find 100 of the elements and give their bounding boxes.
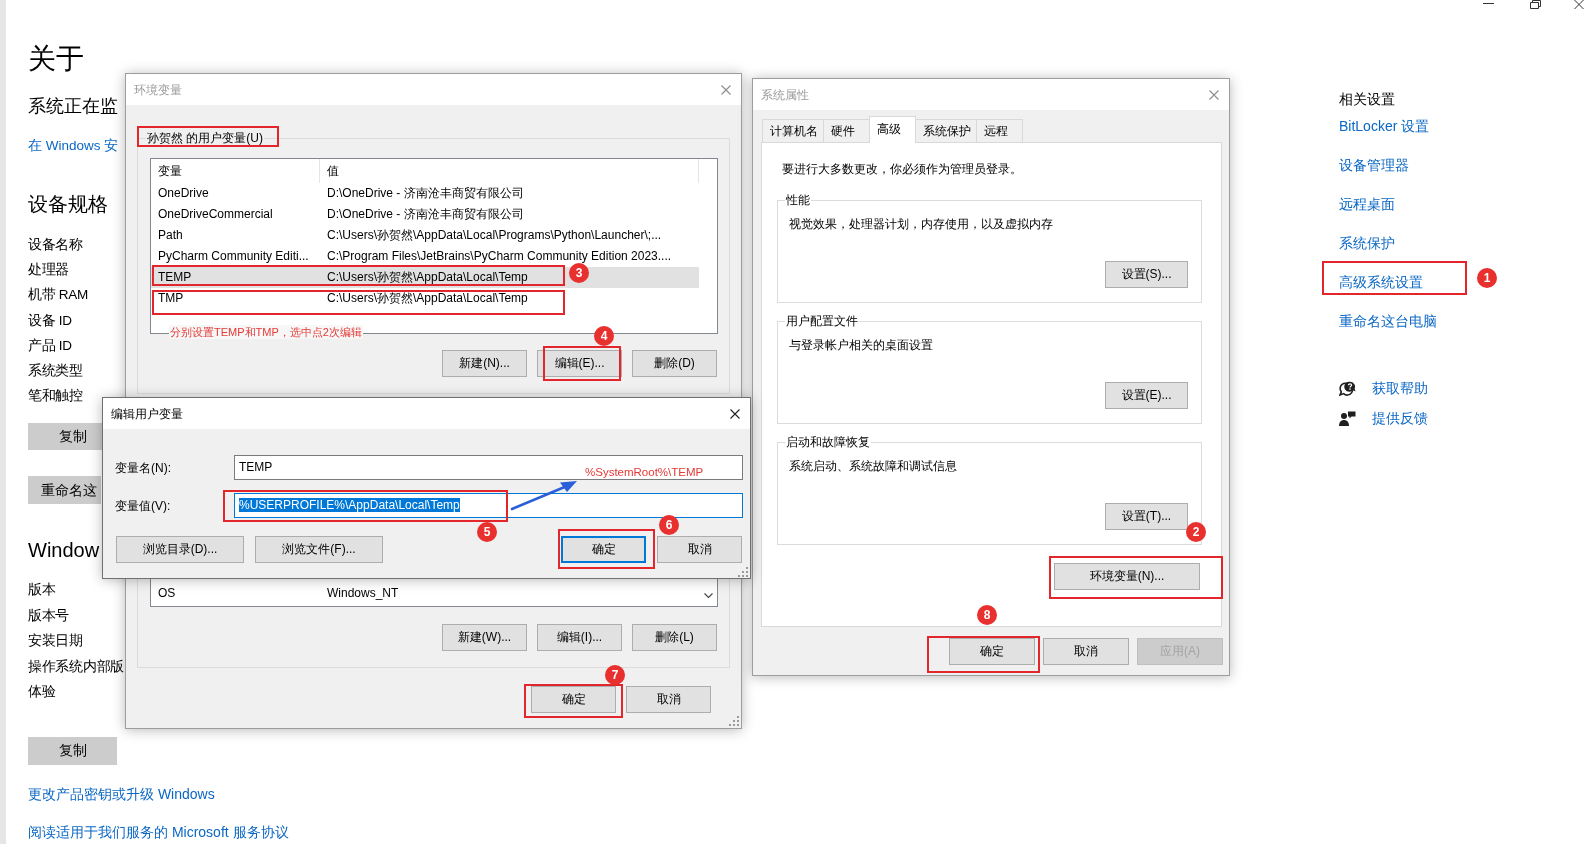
dialog-title: 系统属性 <box>761 86 809 103</box>
dialog-button[interactable]: 编辑(E)... <box>537 350 622 377</box>
resize-grip-icon[interactable] <box>738 567 748 577</box>
dialog-button[interactable]: 编辑(I)... <box>537 624 622 651</box>
person-chat-icon[interactable] <box>1339 410 1356 426</box>
page-title: 关于 <box>28 42 84 76</box>
admin-note: 要进行大多数更改，你必须作为管理员登录。 <box>781 162 1022 176</box>
footer-link[interactable]: 阅读适用于我们服务的 Microsoft 服务协议 <box>28 821 289 842</box>
field-label: 变量值(V): <box>115 497 172 514</box>
step-marker: 4 <box>594 326 614 346</box>
security-link[interactable]: 在 Windows 安 <box>28 136 119 156</box>
variable-name: PyCharm Community Editi... <box>157 248 310 265</box>
section-heading: 设备规格 <box>28 192 108 217</box>
variable-value: D:\OneDrive - 济南沧丰商贸有限公司 <box>326 185 524 202</box>
dialog-button[interactable]: 设置(S)... <box>1105 261 1188 288</box>
support-link[interactable]: 获取帮助 <box>1372 378 1428 398</box>
variable-name: OneDriveCommercial <box>157 206 274 223</box>
spec-label: 笔和触控 <box>28 387 83 406</box>
annotation-text: %SystemRoot%\TEMP <box>585 465 704 479</box>
related-link[interactable]: 高级系统设置 <box>1339 272 1423 292</box>
spec-label: 版本 <box>28 581 56 600</box>
dialog-button[interactable]: 取消 <box>1043 638 1129 665</box>
chevron-down-icon[interactable] <box>703 593 713 598</box>
dialog-button[interactable]: 浏览目录(D)... <box>116 536 244 563</box>
dialog-button[interactable]: 确定 <box>531 686 616 713</box>
variable-value: Windows_NT <box>326 585 399 602</box>
resize-grip-icon[interactable] <box>729 716 739 726</box>
step-marker: 7 <box>605 665 625 685</box>
dialog-button[interactable]: 浏览文件(F)... <box>255 536 383 563</box>
group-label: 孙贺然 的用户变量(U) <box>146 130 264 146</box>
group-label: 用户配置文件 <box>785 313 859 329</box>
step-marker: 2 <box>1186 522 1206 542</box>
support-link[interactable]: 提供反馈 <box>1372 408 1428 428</box>
related-link[interactable]: 系统保护 <box>1339 233 1395 253</box>
variable-value: D:\OneDrive - 济南沧丰商贸有限公司 <box>326 206 524 223</box>
minimize-icon[interactable] <box>1483 0 1494 6</box>
group-label: 性能 <box>785 192 811 208</box>
group-label: 启动和故障恢复 <box>785 434 871 450</box>
spec-label: 版本号 <box>28 606 70 625</box>
spec-label: 处理器 <box>28 261 70 280</box>
close-icon[interactable] <box>730 408 740 419</box>
step-marker: 5 <box>477 522 497 542</box>
dialog-button[interactable]: 删除(D) <box>632 350 717 377</box>
tab[interactable]: 远程 <box>976 119 1023 142</box>
variable-value-field[interactable]: %USERPROFILE%\AppData\Local\Temp <box>234 493 743 518</box>
dialog-button[interactable]: 环境变量(N)... <box>1054 563 1200 590</box>
dialog-button[interactable]: 设置(T)... <box>1105 503 1188 530</box>
variable-name: TEMP <box>157 269 193 286</box>
dialog-button[interactable]: 取消 <box>657 536 742 563</box>
variable-name: TMP <box>157 290 185 307</box>
group-description: 与登录帐户相关的桌面设置 <box>788 337 933 353</box>
field-label: 变量名(N): <box>115 459 172 476</box>
spec-label: 设备名称 <box>28 236 83 254</box>
related-link[interactable]: 重命名这台电脑 <box>1339 311 1437 331</box>
step-marker: 3 <box>569 263 589 283</box>
column-header[interactable]: 值 <box>320 159 699 183</box>
help-icon[interactable] <box>1339 380 1356 396</box>
list-row[interactable]: OneDriveCommercial D:\OneDrive - 济南沧丰商贸有限公司 <box>151 204 699 225</box>
restore-icon[interactable] <box>1530 0 1541 9</box>
footer-link[interactable]: 更改产品密钥或升级 Windows <box>28 783 215 804</box>
spec-label: 产品 ID <box>28 336 72 355</box>
dialog-button[interactable]: 取消 <box>626 686 711 713</box>
variable-value: C:\Users\孙贺然\AppData\Local\Programs\Python\Launcher\;... <box>326 227 662 244</box>
list-row[interactable]: TMP C:\Users\孙贺然\AppData\Local\Temp <box>151 288 699 309</box>
list-row[interactable]: Path C:\Users\孙贺然\AppData\Local\Programs\Python\Launcher\;... <box>151 225 699 246</box>
dialog-title: 环境变量 <box>134 81 182 98</box>
list-row[interactable]: OneDrive D:\OneDrive - 济南沧丰商贸有限公司 <box>151 183 699 204</box>
tab[interactable]: 高级 <box>869 116 916 143</box>
step-marker: 6 <box>659 515 679 535</box>
dialog-button[interactable]: 确定 <box>949 638 1035 665</box>
dialog-button[interactable]: 删除(L) <box>632 624 717 651</box>
related-link[interactable]: 远程桌面 <box>1339 194 1395 214</box>
spec-label: 安装日期 <box>28 632 83 651</box>
dialog-button[interactable]: 新建(N)... <box>442 350 527 377</box>
rename-button[interactable]: 重命名这 <box>28 476 101 505</box>
tab[interactable]: 计算机名 <box>762 119 824 142</box>
annotation-note: 分别设置TEMP和TMP，选中点2次编辑 <box>169 325 363 339</box>
variable-value: C:\Program Files\JetBrains\PyCharm Community Edition 2023.... <box>326 248 672 265</box>
related-link[interactable]: BitLocker 设置 <box>1339 116 1430 136</box>
dialog-button[interactable]: 新建(W)... <box>442 624 527 651</box>
variable-name: OS <box>157 585 177 602</box>
copy-button[interactable]: 复制 <box>28 736 117 765</box>
step-marker: 1 <box>1477 268 1497 288</box>
list-row[interactable]: OS Windows_NT <box>151 583 699 604</box>
dialog-button[interactable]: 设置(E)... <box>1105 382 1188 409</box>
variable-value: C:\Users\孙贺然\AppData\Local\Temp <box>326 269 528 286</box>
section-heading: Window <box>28 538 100 564</box>
variable-value: C:\Users\孙贺然\AppData\Local\Temp <box>326 290 528 307</box>
variable-name: Path <box>157 227 184 244</box>
column-header[interactable]: 变量 <box>151 159 320 183</box>
spec-label: 机带 RAM <box>28 286 88 305</box>
section-heading: 相关设置 <box>1339 90 1395 109</box>
related-link[interactable]: 设备管理器 <box>1339 155 1409 175</box>
spec-label: 操作系统内部版 <box>28 657 124 676</box>
dialog-title: 编辑用户变量 <box>111 405 183 422</box>
spec-label: 设备 ID <box>28 311 72 330</box>
subtitle-text: 系统正在监 <box>28 95 118 118</box>
annotation-arrow <box>510 478 578 512</box>
dialog-button[interactable]: 确定 <box>561 536 646 563</box>
variable-name: OneDrive <box>157 185 210 202</box>
